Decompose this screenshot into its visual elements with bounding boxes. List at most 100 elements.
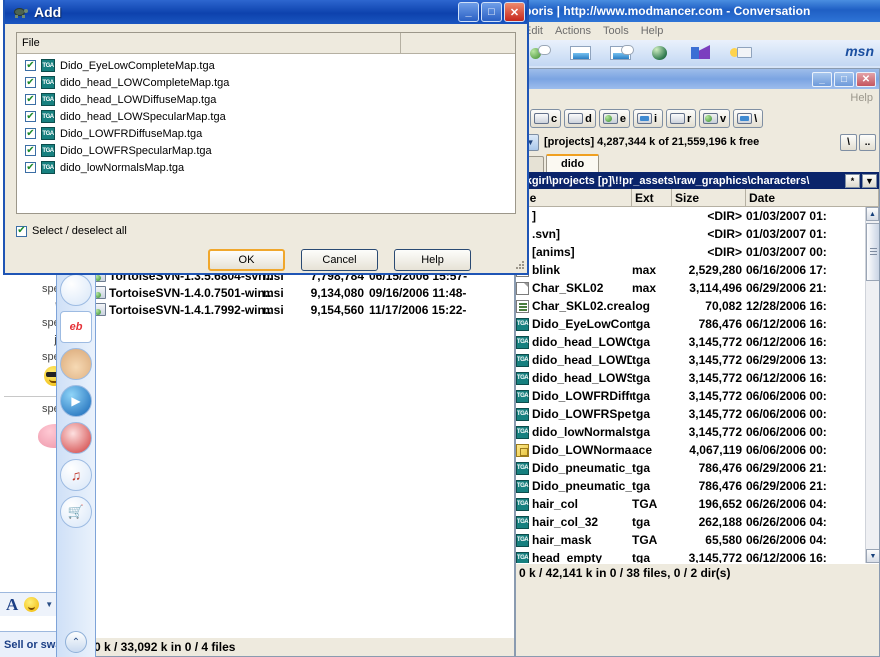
file-row[interactable]: TGAdido_head_LOWCompleteMaptga 3,145,772 0… <box>516 333 865 351</box>
fm-minimize-button[interactable]: _ <box>812 71 832 87</box>
scroll-up-arrow-icon[interactable]: ▲ <box>866 207 879 221</box>
emoticon-picker-icon[interactable] <box>24 597 40 612</box>
add-file-row[interactable]: TGA dido_head_LOWSpecularMap.tga <box>17 108 515 125</box>
font-icon[interactable]: A <box>6 595 18 615</box>
file-row[interactable]: TGADido_EyeLowCompleteMaptga 786,476 06/12… <box>516 315 865 333</box>
file-manager-window: _ □ ✕ Help c d e i r v \ ▼ [projects] 4,… <box>515 68 880 657</box>
add-file-row[interactable]: TGA Dido_LOWFRSpecularMap.tga <box>17 142 515 159</box>
winter-hat-icon[interactable] <box>60 422 92 454</box>
column-header-ext[interactable]: Ext <box>632 189 672 206</box>
avatar-icon[interactable] <box>60 348 92 380</box>
listview-column-blank[interactable] <box>401 33 515 53</box>
column-header-size[interactable]: Size <box>672 189 746 206</box>
file-row[interactable]: blink max 2,529,280 06/16/2006 17: <box>516 261 865 279</box>
msn-title-bar: boris | http://www.modmancer.com - Conve… <box>520 0 880 22</box>
add-file-row[interactable]: TGA dido_lowNormalsMap.tga <box>17 159 515 176</box>
games-icon[interactable] <box>730 45 752 61</box>
column-header-name[interactable]: me <box>516 189 632 206</box>
play-button-icon[interactable]: ▶ <box>60 385 92 417</box>
tab-dido[interactable]: dido <box>546 154 600 172</box>
file-row[interactable]: TortoiseSVN-1.4.0.7501-win.. msi 9,134,080… <box>91 284 514 301</box>
file-list-scrollbar[interactable]: ▲ ▼ <box>865 207 879 563</box>
drive-button-r[interactable]: r <box>665 109 696 128</box>
contact-card-icon[interactable] <box>60 274 92 306</box>
photo-icon[interactable] <box>570 45 592 61</box>
file-row[interactable]: TGADido_LOWFRDiffuseMaptga 3,145,772 06/06… <box>516 387 865 405</box>
menu-item-help[interactable]: Help <box>641 25 664 37</box>
file-row[interactable]: TGAdido_lowNormalsMaptga 3,145,772 06/06/2… <box>516 423 865 441</box>
file-row[interactable]: TGADido_pneumatic_lowNormals..tga 786,476… <box>516 477 865 495</box>
webcam-icon[interactable] <box>610 45 634 61</box>
file-list[interactable]: ] <DIR> 01/03/2007 01: .svn] <DIR> 01/03/2007… <box>516 207 865 563</box>
path-star-button[interactable]: * <box>845 173 860 188</box>
fm-close-button[interactable]: ✕ <box>856 71 876 87</box>
path-history-dropdown[interactable]: ▼ <box>862 173 877 188</box>
minimize-button[interactable]: _ <box>458 2 479 22</box>
file-checkbox[interactable] <box>25 77 36 88</box>
file-checkbox[interactable] <box>25 128 36 139</box>
drive-button-v[interactable]: v <box>698 109 731 128</box>
drive-button-e[interactable]: e <box>598 109 630 128</box>
music-icon[interactable] <box>690 45 712 61</box>
file-row[interactable]: ] <DIR> 01/03/2007 01: <box>516 207 865 225</box>
fm-maximize-button[interactable]: □ <box>834 71 854 87</box>
drive-button-i[interactable]: i <box>632 109 663 128</box>
file-row[interactable]: [anims] <DIR> 01/03/2007 00: <box>516 243 865 261</box>
file-name: hair_col <box>532 497 579 511</box>
file-row[interactable]: TGA head_empty tga 3,145,772 06/12/2006 16: <box>516 549 865 563</box>
scroll-down-arrow-icon[interactable]: ▼ <box>866 549 879 563</box>
file-checkbox[interactable] <box>25 162 36 173</box>
file-row[interactable]: Dido_LOWNormalsMap2048ace 4,067,119 06/06/… <box>516 441 865 459</box>
music-notes-icon[interactable]: ♫ <box>60 459 92 491</box>
file-row[interactable]: Char_SKL02 max 3,114,496 06/29/2006 21: <box>516 279 865 297</box>
add-file-row[interactable]: TGA Dido_EyeLowCompleteMap.tga <box>17 57 515 74</box>
resize-grip[interactable] <box>515 261 525 271</box>
select-all-checkbox[interactable] <box>16 225 27 237</box>
file-row[interactable]: TGA hair_col TGA 196,652 06/26/2006 04: <box>516 495 865 513</box>
listview-column-file[interactable]: File <box>17 33 401 53</box>
menu-item-tools[interactable]: Tools <box>603 25 629 37</box>
cancel-button[interactable]: Cancel <box>301 249 378 271</box>
scrollbar-thumb[interactable] <box>866 223 879 281</box>
path-bar[interactable]: nkgirl\projects [p]\!!pr_assets\raw_grap… <box>516 172 879 189</box>
collapse-rail-button[interactable]: ⌃ <box>65 631 87 653</box>
add-file-row[interactable]: TGA Dido_LOWFRDiffuseMap.tga <box>17 125 515 142</box>
file-row[interactable]: TGAdido_head_LOWSpecularMaptga 3,145,772 0… <box>516 369 865 387</box>
drive-button-c[interactable]: c <box>530 109 562 128</box>
select-all-row[interactable]: Select / deselect all <box>16 225 516 237</box>
maximize-button[interactable]: □ <box>481 2 502 22</box>
file-checkbox[interactable] <box>25 60 36 71</box>
ebay-icon[interactable]: eb <box>60 311 92 343</box>
file-row[interactable]: TGA hair_mask TGA 65,580 06/26/2006 04: <box>516 531 865 549</box>
file-row[interactable]: TGADido_pneumatic_lowDiffuse..tga 786,476… <box>516 459 865 477</box>
file-row[interactable]: .svn] <DIR> 01/03/2007 01: <box>516 225 865 243</box>
add-file-row[interactable]: TGA dido_head_LOWCompleteMap.tga <box>17 74 515 91</box>
emoticon-icon[interactable] <box>650 45 672 61</box>
add-file-row[interactable]: TGA dido_head_LOWDiffuseMap.tga <box>17 91 515 108</box>
help-button[interactable]: Help <box>394 249 471 271</box>
drive-button-d[interactable]: d <box>564 109 596 128</box>
file-row[interactable]: TGAdido_head_LOWDiffuseMaptga 3,145,772 06… <box>516 351 865 369</box>
file-row[interactable]: Char_SKL02.crea2folderlog 70,082 12/28/200… <box>516 297 865 315</box>
parent-dir-button[interactable]: .. <box>859 133 876 151</box>
chevron-down-icon[interactable]: ▼ <box>45 600 53 609</box>
close-button[interactable]: ✕ <box>504 2 525 22</box>
left-file-list[interactable]: TortoiseSVN-1.3.5.6804-svn.. msi 7,798,784… <box>91 263 514 637</box>
shopping-cart-icon[interactable]: 🛒 <box>60 496 92 528</box>
file-checkbox[interactable] <box>25 94 36 105</box>
menu-item-actions[interactable]: Actions <box>555 25 591 37</box>
column-header-date[interactable]: Date <box>746 189 879 206</box>
root-dir-button[interactable]: \ <box>840 133 857 151</box>
file-row[interactable]: TGADido_LOWFRSpecularMaptga 3,145,772 06/0… <box>516 405 865 423</box>
file-size: 9,134,080 <box>310 285 364 300</box>
file-row[interactable]: TortoiseSVN-1.4.1.7992-win.. msi 9,154,560… <box>91 301 514 318</box>
file-checkbox[interactable] <box>25 111 36 122</box>
fm-menu-help[interactable]: Help <box>850 92 873 104</box>
drive-button-network[interactable]: \ <box>733 109 764 128</box>
ok-button[interactable]: OK <box>208 249 285 271</box>
file-checkbox[interactable] <box>25 145 36 156</box>
file-row[interactable]: TGA hair_col_32 tga 262,188 06/26/2006 04: <box>516 513 865 531</box>
file-name: Dido_LOWFRDiffuseMap <box>532 389 632 403</box>
add-file-listview[interactable]: File TGA Dido_EyeLowCompleteMap.tga TGA did… <box>16 32 516 214</box>
contact-icon[interactable] <box>530 45 552 61</box>
